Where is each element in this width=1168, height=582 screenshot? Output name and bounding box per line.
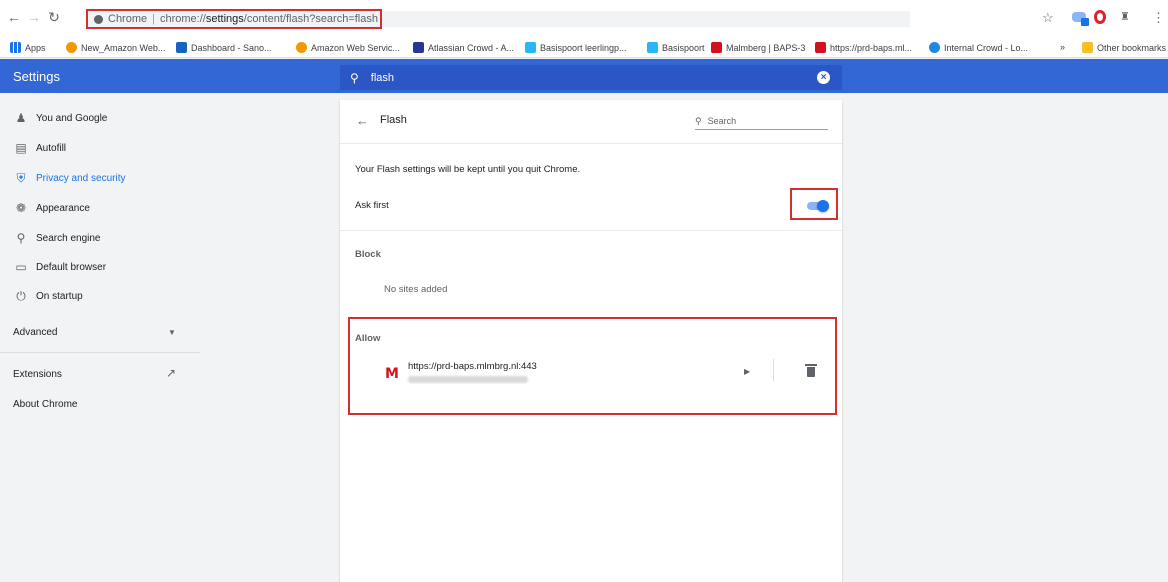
sidebar-item-on-startup[interactable]: ⏻ On startup: [0, 282, 200, 310]
browser-icon: ▭: [15, 260, 27, 274]
browser-toolbar: ← → ↻ Chrome | chrome://settings/content…: [0, 0, 1168, 38]
sidebar-divider: [0, 352, 200, 353]
bookmark-favicon-icon: [525, 42, 536, 53]
allowed-site-url[interactable]: https://prd-baps.mlmbrg.nl:443: [408, 361, 537, 372]
sidebar-item-privacy-and-security[interactable]: ⛨ Privacy and security: [0, 164, 200, 192]
allow-section-label: Allow: [355, 333, 381, 344]
clipboard-icon: ▤: [15, 141, 27, 155]
bookmarks-bar: Apps New_Amazon Web... Dashboard - Sano.…: [0, 38, 1168, 58]
site-info-icon[interactable]: [94, 14, 103, 24]
sidebar-item-you-and-google[interactable]: ♟ You and Google: [0, 104, 200, 132]
search-icon: ⚲: [350, 70, 359, 85]
bookmark-other[interactable]: Other bookmarks: [1082, 42, 1166, 53]
sidebar-about-chrome[interactable]: About Chrome: [13, 399, 77, 410]
bookmark-item[interactable]: Amazon Web Servic...: [296, 42, 400, 53]
sidebar-item-autofill[interactable]: ▤ Autofill: [0, 134, 200, 162]
menu-icon[interactable]: ⋮: [1152, 10, 1165, 26]
address-url: chrome://settings/content/flash?search=f…: [159, 13, 378, 25]
bookmark-favicon-icon: [66, 42, 77, 53]
bookmarks-overflow[interactable]: »: [1060, 42, 1065, 52]
extension-opera-icon[interactable]: [1094, 10, 1106, 24]
power-icon: ⏻: [16, 288, 26, 303]
bookmark-apps[interactable]: Apps: [10, 42, 46, 53]
star-icon[interactable]: ☆: [1042, 10, 1054, 26]
ask-first-highlight: [790, 188, 838, 220]
bookmark-item[interactable]: Malmberg | BAPS-3: [711, 42, 805, 53]
bookmark-favicon-icon: [176, 42, 187, 53]
trash-icon[interactable]: [805, 364, 817, 377]
block-section-label: Block: [355, 249, 381, 260]
bookmark-item[interactable]: Internal Crowd - Lo...: [929, 42, 1028, 53]
settings-sidebar: ♟ You and Google ▤ Autofill ⛨ Privacy and s…: [0, 93, 200, 582]
settings-search-bar[interactable]: ⚲ flash ×: [340, 65, 842, 90]
bookmark-favicon-icon: [929, 42, 940, 53]
reload-icon[interactable]: ↻: [46, 9, 62, 25]
blurred-site-detail: [408, 376, 528, 383]
bookmark-item[interactable]: Basispoort: [647, 42, 705, 53]
apps-grid-icon: [10, 42, 21, 53]
row-separator: [773, 359, 774, 381]
bookmark-item[interactable]: New_Amazon Web...: [66, 42, 165, 53]
back-arrow-icon[interactable]: ←: [356, 113, 369, 128]
bookmark-favicon-icon: [815, 42, 826, 53]
search-icon: ⚲: [16, 231, 26, 245]
sidebar-extensions[interactable]: Extensions: [13, 369, 62, 380]
search-icon: ⚲: [695, 115, 702, 126]
bookmark-favicon-icon: [413, 42, 424, 53]
bookmark-item[interactable]: https://prd-baps.ml...: [815, 42, 912, 53]
bookmark-item[interactable]: Dashboard - Sano...: [176, 42, 272, 53]
folder-icon: [1082, 42, 1093, 53]
malmberg-logo-icon: M: [385, 366, 399, 382]
bookmark-item[interactable]: Basispoort leerlingp...: [525, 42, 627, 53]
flash-settings-card: ← Flash ⚲ Search Your Flash settings wil…: [340, 100, 842, 582]
bookmark-favicon-icon: [711, 42, 722, 53]
block-empty-text: No sites added: [384, 284, 448, 295]
flash-search-input[interactable]: ⚲ Search: [695, 113, 828, 130]
palette-icon: ❁: [15, 201, 27, 215]
sidebar-advanced[interactable]: Advanced: [13, 327, 57, 338]
page-title: Flash: [380, 114, 407, 126]
sidebar-item-search-engine[interactable]: ⚲ Search engine: [0, 224, 200, 252]
divider: [340, 230, 842, 231]
back-arrow-icon[interactable]: ←: [6, 9, 22, 25]
sidebar-item-default-browser[interactable]: ▭ Default browser: [0, 253, 200, 281]
forward-arrow-icon[interactable]: →: [26, 9, 42, 25]
divider: [340, 143, 842, 144]
clear-search-icon[interactable]: ×: [817, 71, 830, 84]
chevron-right-icon[interactable]: ▶: [744, 367, 750, 376]
person-icon: ♟: [15, 111, 27, 125]
bookmark-favicon-icon: [296, 42, 307, 53]
extension-ghostery-icon[interactable]: [1072, 12, 1089, 26]
shield-icon: ⛨: [16, 170, 26, 185]
bookmark-item[interactable]: Atlassian Crowd - A...: [413, 42, 514, 53]
bookmark-favicon-icon: [647, 42, 658, 53]
address-bar-extension[interactable]: [382, 11, 910, 27]
chevron-down-icon[interactable]: ▼: [168, 328, 176, 337]
ask-first-label: Ask first: [355, 200, 389, 211]
flash-notice: Your Flash settings will be kept until y…: [355, 164, 581, 175]
address-bar[interactable]: Chrome | chrome://settings/content/flash…: [86, 9, 382, 29]
external-link-icon[interactable]: ↗: [166, 366, 176, 380]
toggle-knob[interactable]: [817, 200, 829, 212]
profile-icon[interactable]: ♜: [1120, 10, 1130, 23]
address-site-label: Chrome: [108, 13, 148, 25]
settings-search-value[interactable]: flash: [371, 72, 394, 84]
sidebar-item-appearance[interactable]: ❁ Appearance: [0, 194, 200, 222]
settings-title: Settings: [13, 69, 60, 84]
